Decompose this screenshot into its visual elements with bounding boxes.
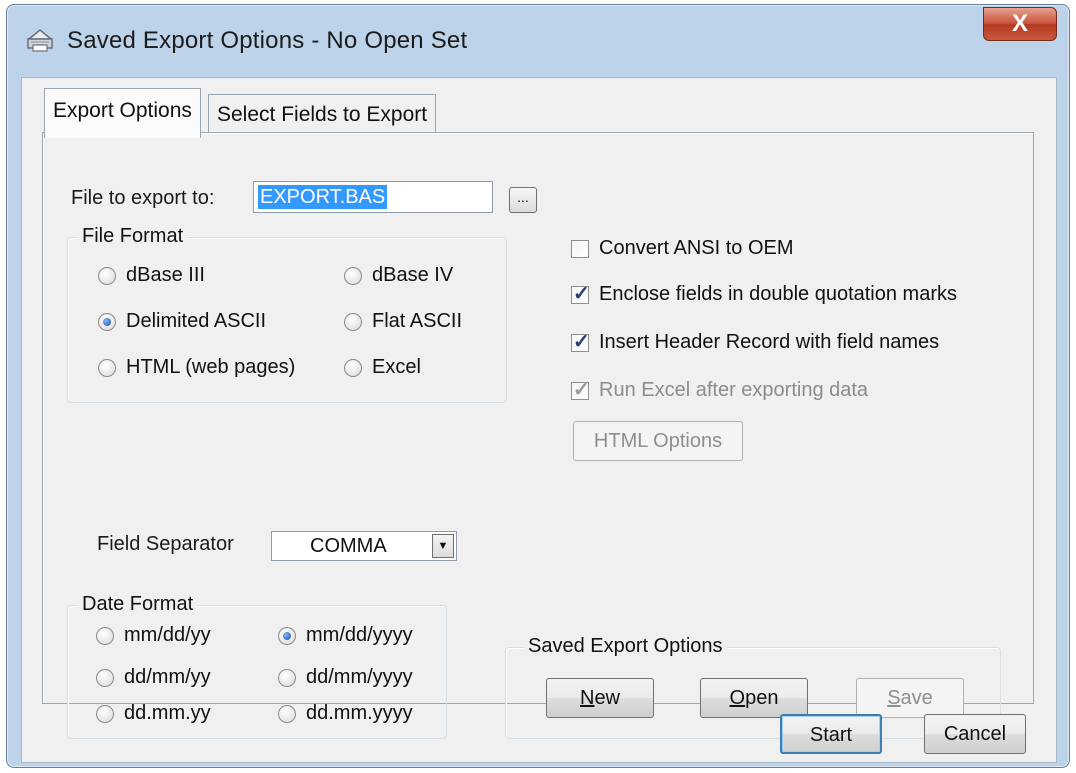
radio-circle (98, 312, 116, 331)
radio-delimited-ascii[interactable]: Delimited ASCII (98, 310, 266, 333)
radio-mm-dd-yy[interactable]: mm/dd/yy (96, 624, 211, 647)
date-format-group: Date Format mm/dd/yy mm/dd/yyyy dd/mm/yy… (67, 593, 447, 739)
checkmark-icon: ✓ (573, 378, 590, 401)
radio-label: dd/mm/yyyy (306, 666, 413, 688)
radio-label: dd.mm.yy (124, 702, 211, 724)
checkbox-convert-ansi[interactable]: Convert ANSI to OEM (571, 237, 794, 260)
radio-circle (278, 668, 296, 687)
open-button-label: pen (745, 687, 779, 709)
radio-dd-dot-mm-yy[interactable]: dd.mm.yy (96, 702, 211, 725)
radio-label: dBase III (126, 264, 205, 286)
checkmark-icon: ✓ (573, 330, 590, 353)
radio-circle (344, 312, 362, 331)
checkbox-label: Run Excel after exporting data (599, 379, 869, 401)
saved-export-title: Saved Export Options (524, 635, 727, 658)
dialog-client-area: Export Options Select Fields to Export F… (21, 77, 1057, 763)
tab-select-fields[interactable]: Select Fields to Export (208, 94, 437, 134)
cancel-button[interactable]: Cancel (924, 714, 1026, 754)
radio-html[interactable]: HTML (web pages) (98, 356, 295, 379)
radio-label: Delimited ASCII (126, 310, 267, 332)
file-format-group: File Format dBase III dBase IV Delimited… (67, 225, 507, 403)
file-format-title: File Format (78, 225, 188, 248)
radio-dbase-iv[interactable]: dBase IV (344, 264, 453, 287)
radio-selected-dot (103, 317, 111, 326)
new-button-label: ew (594, 687, 621, 709)
radio-label: Flat ASCII (372, 310, 463, 332)
radio-circle (98, 266, 116, 285)
checkbox-insert-header[interactable]: ✓ Insert Header Record with field names (571, 331, 939, 354)
html-options-button[interactable]: HTML Options (573, 421, 743, 461)
date-format-title: Date Format (78, 593, 198, 616)
radio-label: mm/dd/yyyy (306, 624, 413, 646)
radio-label: dd/mm/yy (124, 666, 211, 688)
radio-label: dBase IV (372, 264, 454, 286)
close-button[interactable]: X (983, 7, 1057, 41)
radio-dd-mm-yy[interactable]: dd/mm/yy (96, 666, 211, 689)
printer-icon (26, 29, 54, 52)
checkmark-icon: ✓ (573, 282, 590, 305)
new-button-mnemonic: N (579, 687, 595, 709)
radio-circle (96, 704, 114, 723)
dropdown-arrow-icon[interactable]: ▼ (432, 534, 454, 558)
radio-excel[interactable]: Excel (344, 356, 421, 379)
checkbox-box: ✓ (571, 379, 590, 401)
field-separator-label: Field Separator (97, 533, 234, 555)
checkbox-enclose-quotes[interactable]: ✓ Enclose fields in double quotation mar… (571, 283, 957, 306)
file-export-label: File to export to: (71, 187, 215, 209)
dialog-window: Saved Export Options - No Open Set X Exp… (6, 4, 1070, 768)
browse-button[interactable]: ... (509, 187, 537, 213)
field-separator-value: COMMA (310, 535, 387, 557)
radio-mm-dd-yyyy[interactable]: mm/dd/yyyy (278, 624, 413, 647)
window-title: Saved Export Options - No Open Set (67, 27, 468, 54)
field-separator-select[interactable]: COMMA ▼ (271, 531, 457, 561)
radio-circle (96, 668, 114, 687)
tab-export-options[interactable]: Export Options (44, 88, 201, 138)
save-button-label: ave (900, 687, 933, 709)
save-button-mnemonic: S (887, 687, 901, 709)
radio-dd-dot-mm-yyyy[interactable]: dd.mm.yyyy (278, 702, 413, 725)
radio-dd-mm-yyyy[interactable]: dd/mm/yyyy (278, 666, 413, 689)
radio-circle (98, 358, 116, 377)
radio-label: HTML (web pages) (126, 356, 296, 378)
export-options-panel: File to export to: EXPORT.BAS ... File F… (42, 132, 1034, 739)
open-button[interactable]: Open (700, 678, 808, 718)
close-icon: X (1011, 10, 1028, 37)
radio-label: Excel (372, 356, 421, 378)
file-export-input[interactable]: EXPORT.BAS (253, 181, 493, 213)
save-button[interactable]: Save (856, 678, 964, 718)
radio-flat-ascii[interactable]: Flat ASCII (344, 310, 462, 333)
radio-label: mm/dd/yy (124, 624, 211, 646)
radio-circle (278, 626, 296, 645)
radio-label: dd.mm.yyyy (306, 702, 413, 724)
radio-selected-dot (283, 631, 291, 640)
open-button-mnemonic: O (729, 687, 746, 709)
file-export-value: EXPORT.BAS (258, 185, 388, 209)
checkbox-label: Enclose fields in double quotation marks (599, 283, 957, 305)
checkbox-box: ✓ (571, 283, 590, 305)
checkbox-run-excel[interactable]: ✓ Run Excel after exporting data (571, 379, 868, 402)
radio-circle (96, 626, 114, 645)
radio-dbase-iii[interactable]: dBase III (98, 264, 205, 287)
checkbox-box (571, 239, 589, 258)
new-button[interactable]: New (546, 678, 654, 718)
radio-circle (278, 704, 296, 723)
checkbox-box: ✓ (571, 331, 590, 353)
start-button[interactable]: Start (780, 714, 882, 754)
radio-circle (344, 266, 362, 285)
title-bar: Saved Export Options - No Open Set X (7, 5, 1069, 75)
checkbox-label: Insert Header Record with field names (599, 331, 940, 353)
checkbox-label: Convert ANSI to OEM (599, 237, 794, 259)
radio-circle (344, 358, 362, 377)
